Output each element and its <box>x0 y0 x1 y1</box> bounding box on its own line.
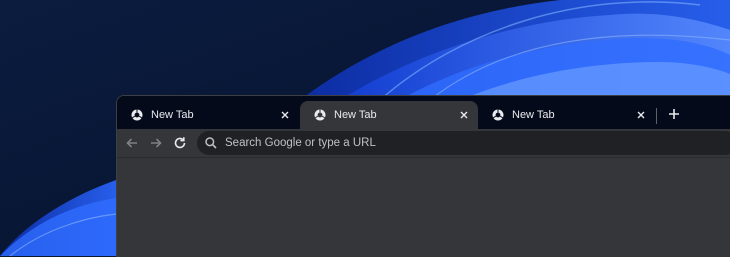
chrome-icon <box>492 109 504 121</box>
close-icon[interactable] <box>277 107 293 123</box>
page-content <box>117 157 730 257</box>
tab-title: New Tab <box>334 109 377 121</box>
reload-icon <box>173 136 187 150</box>
tab-title: New Tab <box>512 109 555 121</box>
arrow-right-icon <box>149 136 163 150</box>
close-icon[interactable] <box>633 107 649 123</box>
browser-window: New Tab New Tab New Tab <box>116 95 730 257</box>
reload-button[interactable] <box>172 135 188 151</box>
tab-strip: New Tab New Tab New Tab <box>117 96 730 129</box>
chrome-icon <box>131 109 143 121</box>
close-icon[interactable] <box>456 107 472 123</box>
arrow-left-icon <box>125 136 139 150</box>
search-input[interactable] <box>225 137 705 149</box>
tab-3[interactable]: New Tab <box>478 101 655 129</box>
tab-1[interactable]: New Tab <box>117 101 299 129</box>
tab-title: New Tab <box>151 109 194 121</box>
toolbar <box>117 129 730 157</box>
address-bar[interactable] <box>197 131 730 155</box>
plus-icon <box>668 108 680 120</box>
search-icon <box>204 136 218 150</box>
tab-2[interactable]: New Tab <box>300 101 478 129</box>
chrome-icon <box>314 109 326 121</box>
back-button[interactable] <box>124 135 140 151</box>
new-tab-button[interactable] <box>665 105 683 123</box>
forward-button[interactable] <box>148 135 164 151</box>
tab-separator <box>656 108 657 124</box>
